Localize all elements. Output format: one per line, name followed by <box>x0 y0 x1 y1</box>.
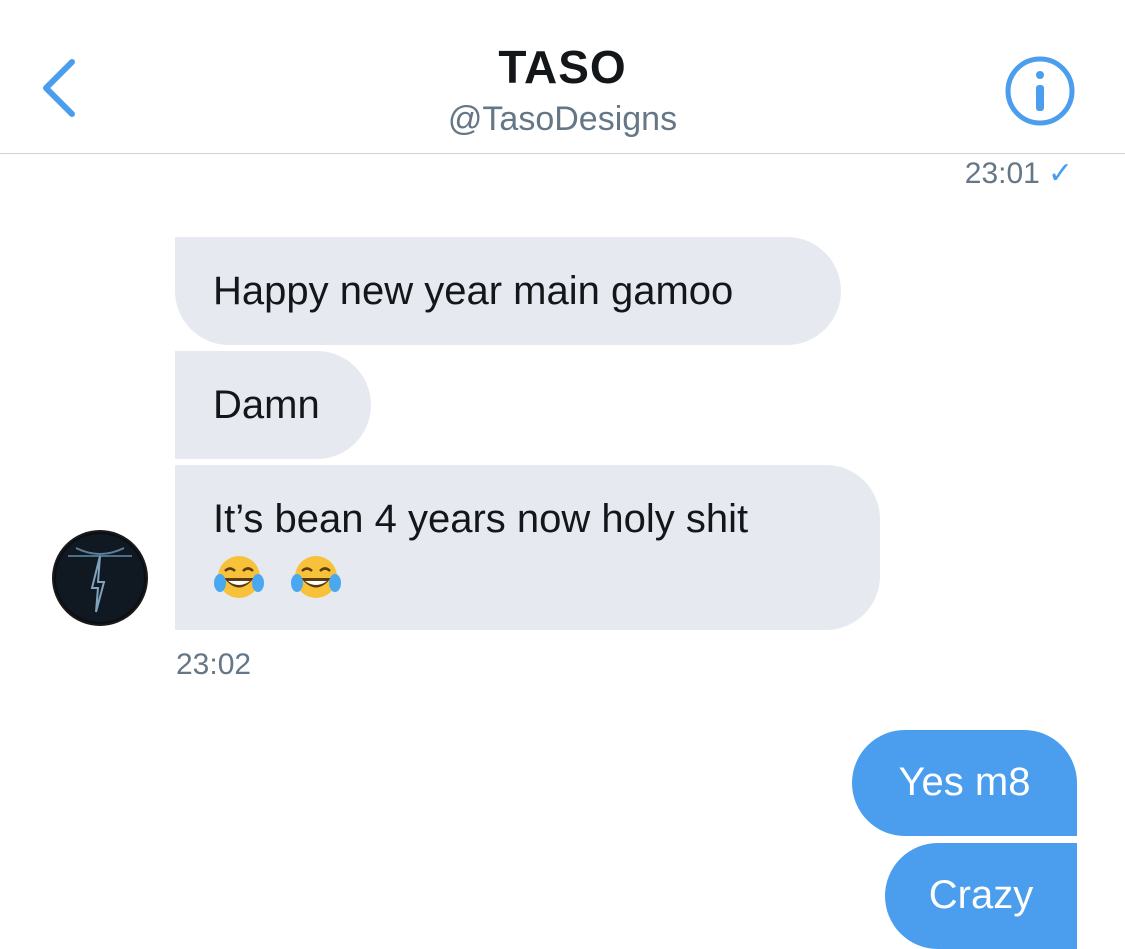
conversation-header: TASO @TasoDesigns <box>0 0 1125 154</box>
emoji-row <box>213 547 842 603</box>
message-timestamp: 23:01 ✓ <box>965 156 1073 191</box>
message-text: Yes m8 <box>898 760 1031 804</box>
tears-of-joy-emoji <box>214 556 264 599</box>
checkmark-icon: ✓ <box>1047 157 1073 190</box>
incoming-message-bubble[interactable]: Damn <box>175 351 371 459</box>
outgoing-message-bubble[interactable]: Crazy <box>885 843 1077 949</box>
message-timestamp: 23:02 <box>176 648 252 681</box>
message-text: Happy new year main gamoo <box>213 269 734 313</box>
tears-of-joy-emoji <box>291 556 342 599</box>
incoming-message-bubble[interactable]: Happy new year main gamoo <box>175 237 841 345</box>
message-text: Crazy <box>928 873 1034 917</box>
avatar[interactable] <box>48 526 152 630</box>
incoming-message-bubble[interactable]: It’s bean 4 years now holy shit <box>175 465 880 630</box>
contact-name[interactable]: TASO <box>0 40 1125 94</box>
outgoing-message-bubble[interactable]: Yes m8 <box>852 730 1077 836</box>
timestamp-text: 23:01 <box>964 157 1040 190</box>
contact-handle[interactable]: @TasoDesigns <box>0 100 1125 139</box>
info-icon[interactable] <box>1004 55 1076 127</box>
message-text: It’s bean 4 years now holy shit <box>213 497 749 541</box>
message-text: Damn <box>213 383 320 427</box>
